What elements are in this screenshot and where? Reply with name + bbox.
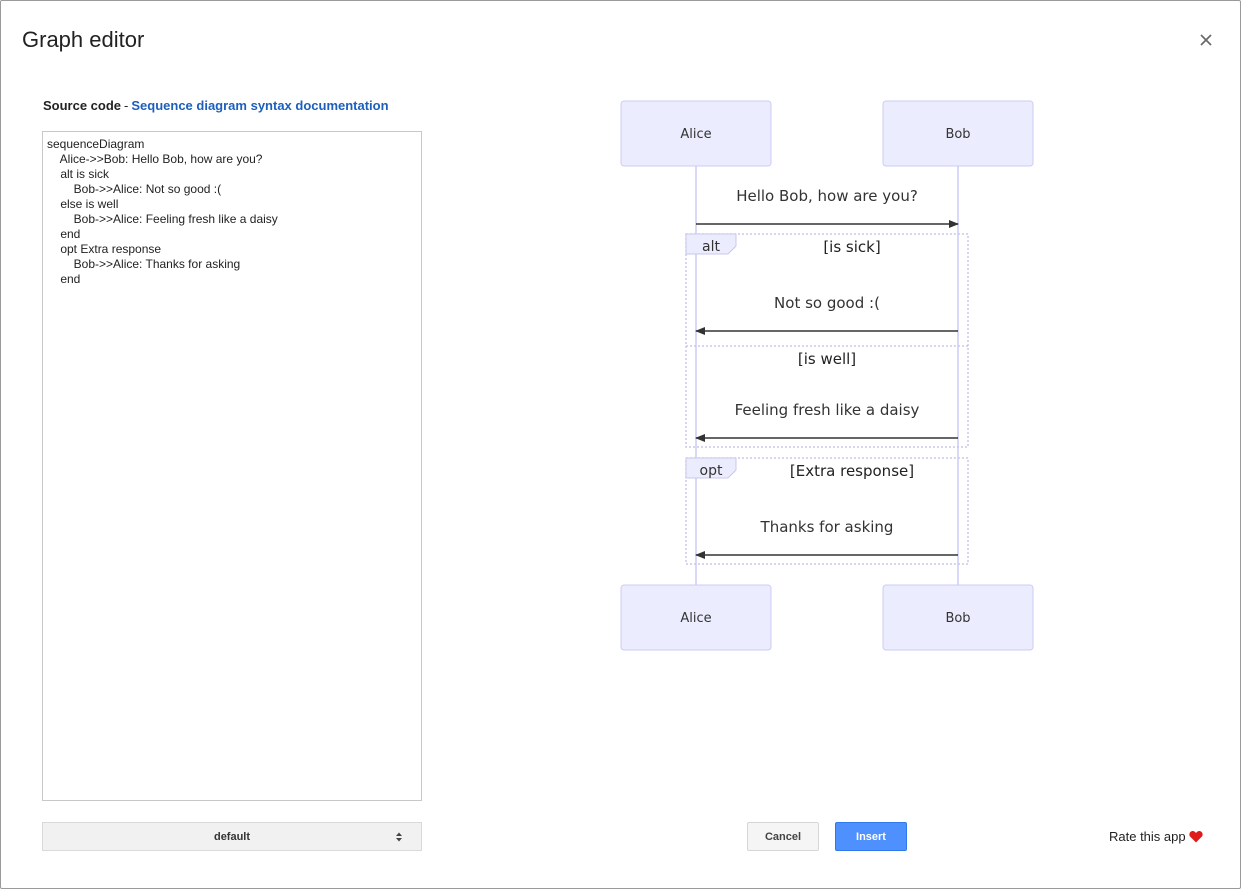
opt-block-condition: [Extra response] <box>790 462 914 480</box>
graph-editor-dialog: Graph editor Source code - Sequence diagra… <box>0 0 1241 889</box>
actor-alice-bottom-label: Alice <box>680 611 711 626</box>
actor-alice-top: Alice <box>620 100 772 167</box>
select-arrows-icon <box>396 832 402 842</box>
message-label: Not so good :( <box>774 294 880 312</box>
sequence-diagram: Alice Bob Hello Bob, how are you? alt [i… <box>620 100 1034 651</box>
theme-select-value: default <box>213 830 251 843</box>
label-separator: - <box>124 98 129 113</box>
alt-block-else-condition: [is well] <box>798 350 856 368</box>
cancel-button[interactable]: Cancel <box>747 822 819 851</box>
actor-alice-top-label: Alice <box>680 127 711 142</box>
rate-label: Rate this app <box>1109 829 1186 844</box>
close-button[interactable] <box>1195 29 1217 51</box>
actor-bob-top-label: Bob <box>945 127 970 142</box>
rate-this-app-link[interactable]: Rate this app <box>1109 829 1203 844</box>
actor-bob-bottom: Bob <box>882 584 1034 651</box>
opt-block-keyword: opt <box>700 463 723 479</box>
heart-icon <box>1188 831 1203 843</box>
source-code-title: Source code <box>43 98 122 113</box>
alt-block-condition: [is sick] <box>823 238 880 256</box>
dialog-title: Graph editor <box>22 27 145 52</box>
actor-bob-bottom-label: Bob <box>945 611 970 626</box>
syntax-documentation-link[interactable]: Sequence diagram syntax documentation <box>131 98 388 113</box>
message-label: Hello Bob, how are you? <box>736 187 918 205</box>
opt-block: opt [Extra response] <box>685 457 969 565</box>
alt-block-keyword: alt <box>702 239 720 255</box>
message-label: Thanks for asking <box>760 518 894 536</box>
source-code-label: Source code - Sequence diagram syntax docu… <box>43 98 389 113</box>
theme-select[interactable]: default <box>42 822 422 851</box>
actor-bob-top: Bob <box>882 100 1034 167</box>
close-icon <box>1200 34 1212 46</box>
insert-button[interactable]: Insert <box>835 822 907 851</box>
message-label: Feeling fresh like a daisy <box>735 401 920 419</box>
actor-alice-bottom: Alice <box>620 584 772 651</box>
source-code-editor[interactable]: sequenceDiagram Alice->>Bob: Hello Bob, … <box>42 131 422 801</box>
